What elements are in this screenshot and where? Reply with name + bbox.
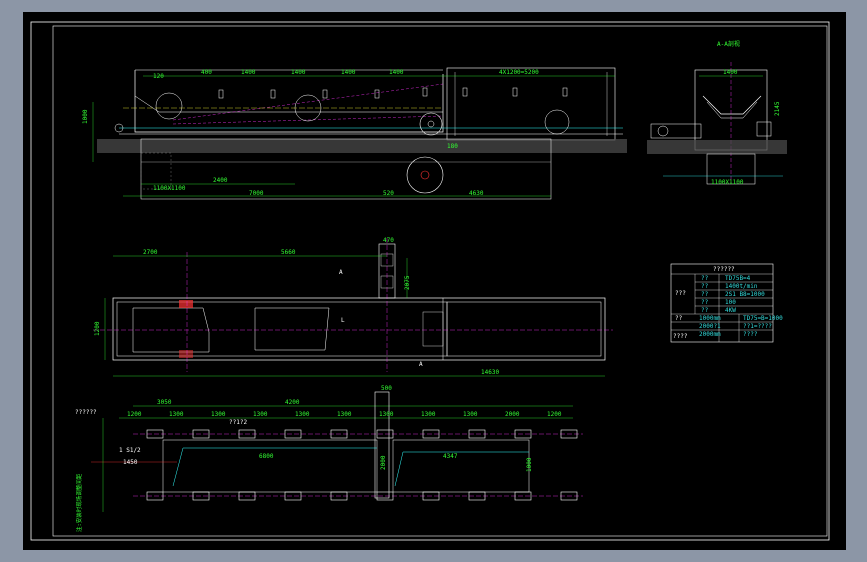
spec-row-value: 2S1 B8=1000 xyxy=(725,291,765,298)
spacing-label: 1300 xyxy=(421,411,436,418)
plan-view: 2700 5660 470 2075 1200 14630 A A L xyxy=(93,237,613,377)
spacing-label: 1300 xyxy=(295,411,310,418)
note-label-4: ??1?2 xyxy=(229,419,247,426)
dim-400: 400 xyxy=(201,69,212,76)
dim-520: 520 xyxy=(383,190,394,197)
dim-1000-bottom: 1000 xyxy=(526,457,533,472)
note-label-1: ?????? xyxy=(75,409,97,416)
dim-2400: 2400 xyxy=(213,177,228,184)
dim-180: 180 xyxy=(447,143,458,150)
dim-1000-side: 1000 xyxy=(82,109,89,124)
outer-frame xyxy=(30,21,830,541)
dim-4347: 4347 xyxy=(443,453,458,460)
dim-front-2145: 2145 xyxy=(774,101,781,116)
section-title: A-A剖视 xyxy=(717,40,740,48)
dim-1400-c: 1400 xyxy=(341,69,356,76)
dim-4630: 4630 xyxy=(469,190,484,197)
spec-row-key: 1000mm xyxy=(699,315,721,322)
drawing-sheet: 120 400 1400 1400 1400 1400 4X1200=5200 … xyxy=(23,12,846,550)
spacing-label: 1300 xyxy=(253,411,268,418)
inner-frame xyxy=(52,25,828,537)
spec-side-label-1: ??? xyxy=(675,290,686,297)
section-marker-top: A xyxy=(339,269,343,276)
spec-title: ?????? xyxy=(713,266,735,273)
spec-row-value: 1400t/min xyxy=(725,283,758,290)
dim-1400-d: 1400 xyxy=(389,69,404,76)
spec-row-key: ?? xyxy=(701,275,709,282)
vertical-note: 注:安装时现场调整间距 xyxy=(75,473,83,532)
spacing-label: 1300 xyxy=(211,411,226,418)
spec-row-key: 2000?1 xyxy=(699,323,721,330)
spec-row-value: ???? xyxy=(743,331,758,338)
dim-120: 120 xyxy=(153,73,164,80)
dim-2000: 2000 xyxy=(380,455,387,470)
dim-7000: 7000 xyxy=(249,190,264,197)
spacing-label: 1300 xyxy=(169,411,184,418)
spacing-label: 1300 xyxy=(379,411,394,418)
dim-1400-a: 1400 xyxy=(241,69,256,76)
spacing-label: 1300 xyxy=(337,411,352,418)
foundation-layout: 3050 4200 500 ?????? 1 S1/2 1450 ??1?2 6… xyxy=(75,385,583,532)
dim-pitch: 4X1200=5200 xyxy=(499,69,539,76)
section-a-a: A-A剖视 1400 2145 1100X1100 xyxy=(647,40,787,186)
spec-row-key: ?? xyxy=(701,299,709,306)
dim-4200: 4200 xyxy=(285,399,300,406)
spec-row-key: ?? xyxy=(701,291,709,298)
spec-row-value: TD75=B=1000 xyxy=(743,315,783,322)
spec-row-value: TD75B=4 xyxy=(725,275,751,282)
dim-3050: 3050 xyxy=(157,399,172,406)
dim-470: 470 xyxy=(383,237,394,244)
spec-row-value: 4KW xyxy=(725,307,736,314)
dim-500: 500 xyxy=(381,385,392,392)
spec-row-value: 100 xyxy=(725,299,736,306)
spacing-label: 1200 xyxy=(127,411,142,418)
spec-row-value: ??1=???? xyxy=(743,323,772,330)
l-marker: L xyxy=(341,317,345,324)
dim-1100-side: 1100X1100 xyxy=(153,185,186,192)
dim-2700: 2700 xyxy=(143,249,158,256)
dim-5660: 5660 xyxy=(281,249,296,256)
section-marker-bottom: A xyxy=(419,361,423,368)
note-label-3: 1450 xyxy=(123,459,138,466)
cad-drawing: 120 400 1400 1400 1400 1400 4X1200=5200 … xyxy=(30,21,830,541)
dim-2075: 2075 xyxy=(404,275,411,290)
dim-1200: 1200 xyxy=(94,321,101,336)
spacing-label: 2000 xyxy=(505,411,520,418)
note-label-2: 1 S1/2 xyxy=(119,447,141,454)
dim-6800: 6800 xyxy=(259,453,274,460)
dim-1400-b: 1400 xyxy=(291,69,306,76)
spacing-label: 1300 xyxy=(463,411,478,418)
spec-table: ?????? ??? ?? ???? ?? TD75B=4?? 1400t/min?… xyxy=(670,263,783,343)
dim-front-1100: 1100X1100 xyxy=(711,179,744,186)
spacing-label: 1200 xyxy=(547,411,562,418)
side-elevation: 120 400 1400 1400 1400 1400 4X1200=5200 … xyxy=(82,67,627,200)
dim-14630: 14630 xyxy=(481,369,499,376)
dim-front-1400: 1400 xyxy=(723,69,738,76)
spec-row-key: ?? xyxy=(701,283,709,290)
spec-row-key: ?? xyxy=(701,307,709,314)
spec-side-label-2: ?? xyxy=(675,315,683,322)
spec-row-key: 2000mm xyxy=(699,331,721,338)
spec-side-label-3: ???? xyxy=(673,333,688,340)
